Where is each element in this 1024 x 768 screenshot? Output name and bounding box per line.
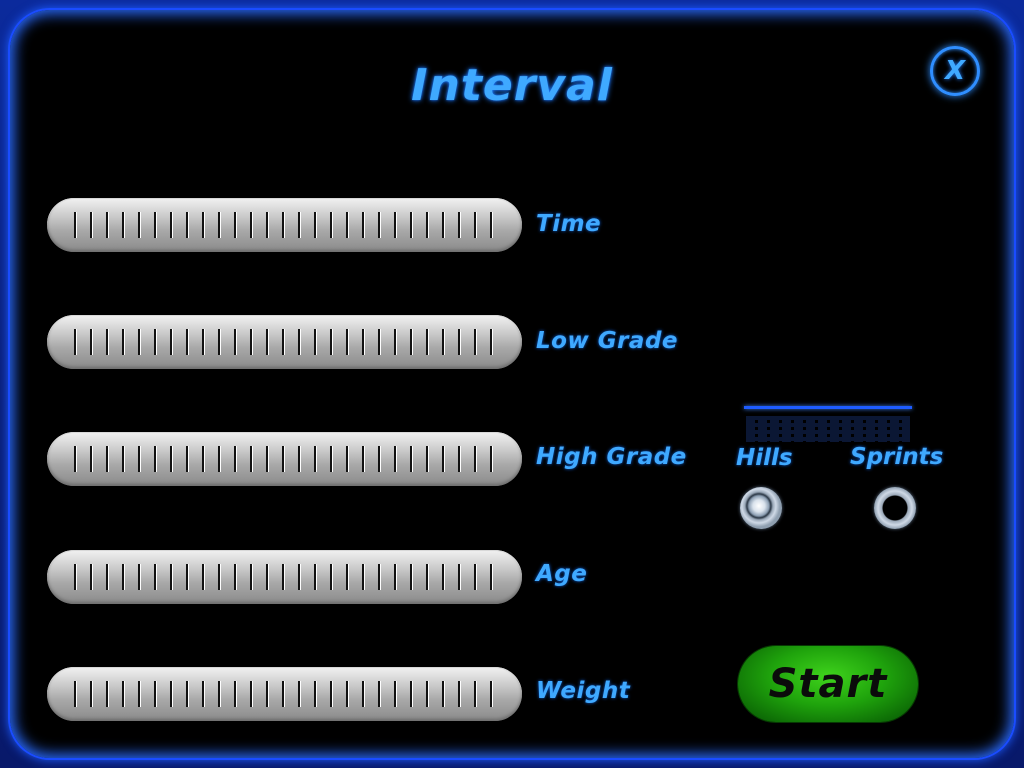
hills-radio[interactable] (740, 487, 782, 529)
slider-ticks (73, 681, 500, 707)
high-grade-slider[interactable] (47, 432, 522, 486)
app-frame: Interval X Time Low Grade High Grade Age… (0, 0, 1024, 768)
slider-ticks (73, 329, 500, 355)
level-indicator (744, 406, 912, 442)
sprints-radio[interactable] (874, 487, 916, 529)
high-grade-label: High Grade (536, 444, 687, 470)
slider-ticks (73, 212, 500, 238)
start-button[interactable]: Start (738, 646, 918, 722)
low-grade-slider[interactable] (47, 315, 522, 369)
sprints-label: Sprints (850, 444, 944, 470)
page-title: Interval (411, 60, 613, 111)
weight-slider[interactable] (47, 667, 522, 721)
age-slider[interactable] (47, 550, 522, 604)
close-icon: X (944, 56, 966, 86)
slider-ticks (73, 446, 500, 472)
weight-label: Weight (536, 678, 631, 704)
level-indicator-line (744, 406, 912, 409)
time-slider[interactable] (47, 198, 522, 252)
hills-label: Hills (736, 445, 793, 471)
close-button[interactable]: X (930, 46, 980, 96)
slider-ticks (73, 564, 500, 590)
time-label: Time (536, 211, 602, 237)
level-indicator-grid (746, 416, 910, 442)
low-grade-label: Low Grade (536, 328, 679, 354)
start-button-label: Start (768, 661, 888, 707)
age-label: Age (536, 561, 588, 587)
